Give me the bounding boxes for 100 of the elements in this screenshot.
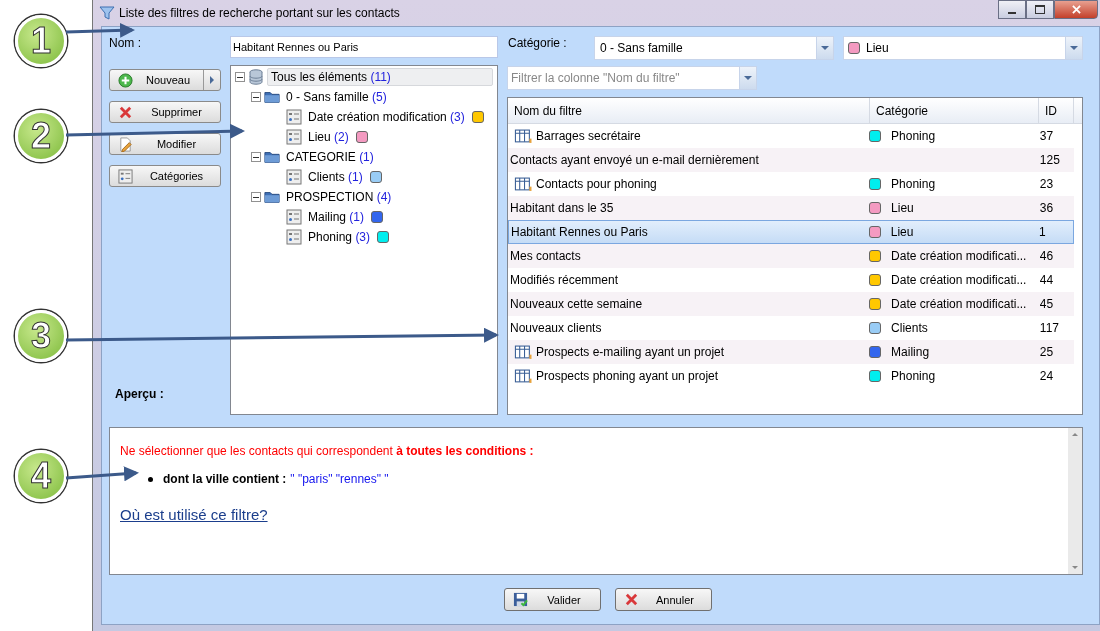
tree-item[interactable]: 0 - Sans famille (5): [283, 89, 390, 105]
scrollbar[interactable]: [1068, 428, 1082, 574]
numbered-callout: 3: [15, 310, 67, 362]
column-header[interactable]: Catégorie: [870, 98, 1039, 123]
table-cell: Date création modificati...: [891, 297, 1027, 311]
action-button[interactable]: Catégories: [109, 165, 221, 187]
filter-form-icon: [286, 169, 302, 185]
close-icon: [1071, 5, 1081, 14]
table-row[interactable]: Habitant dans le 35 Lieu 36: [508, 196, 1074, 220]
tree-item[interactable]: Date création modification (3): [305, 109, 468, 125]
table-row[interactable]: Contacts pour phoning Phoning 23: [508, 172, 1074, 196]
column-filter-combo[interactable]: Filtrer la colonne "Nom du filtre": [507, 66, 757, 90]
table-cell: Phoning: [891, 177, 936, 191]
tree-item[interactable]: Clients (1): [305, 169, 366, 185]
table-cell: Contacts pour phoning: [536, 177, 657, 191]
bullet-icon: [148, 476, 153, 482]
collapse-toggle[interactable]: [235, 72, 245, 82]
database-icon: [248, 69, 264, 85]
table-cell: Mailing: [891, 345, 930, 359]
table-cell: Clients: [891, 321, 928, 335]
filter-form-icon: [286, 109, 302, 125]
category-label: Catégorie :: [508, 36, 568, 50]
column-filter-field[interactable]: Filtrer la colonne "Nom du filtre": [508, 71, 739, 85]
table-row[interactable]: Modifiés récemment Date création modificati... 44: [508, 268, 1074, 292]
tree-item[interactable]: PROSPECTION (4): [283, 189, 395, 205]
table-row[interactable]: Contacts ayant envoyé un e-mail dernièrement 125: [508, 148, 1074, 172]
table-cell: Prospects e-mailing ayant un projet: [536, 345, 725, 359]
filter-form-icon: [286, 229, 302, 245]
table-cell: 45: [1039, 297, 1054, 311]
condition-value: " "paris" "rennes" ": [290, 472, 389, 486]
minimize-button[interactable]: [998, 0, 1026, 19]
pencil-icon: [118, 136, 133, 152]
action-button[interactable]: Nouveau: [109, 69, 221, 91]
table-row[interactable]: Habitant Rennes ou Paris Lieu 1: [508, 220, 1074, 244]
numbered-callout: 4: [15, 450, 67, 502]
table-cell: Date création modificati...: [891, 273, 1027, 287]
table-cell: 44: [1039, 273, 1054, 287]
tree-item[interactable]: Mailing (1): [305, 209, 368, 225]
table-cell: Prospects phoning ayant un projet: [536, 369, 719, 383]
table-cell: 125: [1039, 153, 1060, 167]
table-row[interactable]: Nouveaux clients Clients 117: [508, 316, 1074, 340]
callout-arrow: [65, 22, 135, 38]
tree-item[interactable]: Lieu (2): [305, 129, 352, 145]
collapse-toggle[interactable]: [251, 192, 261, 202]
table-cell: Contacts ayant envoyé un e-mail dernièrement: [510, 153, 759, 167]
plus-icon: [118, 72, 133, 88]
table-cell: Date création modificati...: [891, 249, 1027, 263]
name-field[interactable]: Habitant Rennes ou Paris: [230, 36, 498, 58]
folder-icon: [264, 189, 280, 205]
table-cell: 24: [1039, 369, 1054, 383]
action-button[interactable]: Modifier: [109, 133, 221, 155]
table-cell: Barrages secrétaire: [536, 129, 641, 143]
validate-button[interactable]: Valider: [504, 588, 601, 611]
cancel-button[interactable]: Annuler: [615, 588, 712, 611]
table-cell: 1: [1039, 225, 1046, 239]
folder-icon: [264, 149, 280, 165]
cross-icon: [624, 592, 639, 607]
tree-item[interactable]: CATEGORIE (1): [283, 149, 377, 165]
table-cell: 37: [1039, 129, 1054, 143]
close-button[interactable]: [1054, 0, 1098, 19]
table-cell: Habitant dans le 35: [510, 201, 614, 215]
grid-icon: [514, 344, 534, 360]
cross-icon: [118, 104, 133, 120]
table-row[interactable]: Mes contacts Date création modificati... 46: [508, 244, 1074, 268]
action-button[interactable]: Supprimer: [109, 101, 221, 123]
category-dropdown[interactable]: Lieu: [843, 36, 1083, 60]
collapse-toggle[interactable]: [251, 92, 261, 102]
table-row[interactable]: Prospects phoning ayant un projet Phoning 24: [508, 364, 1074, 388]
column-header[interactable]: Nom du filtre: [508, 98, 870, 123]
funnel-icon: [99, 5, 115, 21]
filter-form-icon: [286, 129, 302, 145]
grid-icon: [514, 176, 534, 192]
table-cell: 46: [1039, 249, 1054, 263]
grid-icon: [514, 368, 534, 384]
numbered-callout: 1: [15, 15, 67, 67]
table-cell: Phoning: [891, 129, 936, 143]
table-row[interactable]: Nouveaux cette semaine Date création modificati... 45: [508, 292, 1074, 316]
collapse-toggle[interactable]: [251, 152, 261, 162]
usage-link[interactable]: Où est utilisé ce filtre?: [120, 506, 268, 523]
numbered-callout: 2: [15, 110, 67, 162]
tree-item[interactable]: Phoning (3): [305, 229, 374, 245]
table-cell: Mes contacts: [510, 249, 581, 263]
family-dropdown[interactable]: 0 - Sans famille: [594, 36, 834, 60]
filter-form-icon: [286, 209, 302, 225]
column-header[interactable]: ID: [1039, 98, 1074, 123]
preview-intro: Ne sélectionner que les contacts qui correspondent à toutes les conditions :: [120, 444, 535, 458]
table-cell: 36: [1039, 201, 1054, 215]
table-cell: Phoning: [891, 369, 936, 383]
table-cell: 117: [1039, 321, 1059, 335]
table-cell: Nouveaux clients: [510, 321, 602, 335]
table-cell: Nouveaux cette semaine: [510, 297, 643, 311]
tree-item[interactable]: Tous les éléments (11): [267, 68, 493, 86]
table-cell: Lieu: [891, 201, 914, 215]
window-title: Liste des filtres de recherche portant sur les contacts: [119, 6, 400, 20]
dropdown-button[interactable]: [739, 67, 756, 89]
table-cell: Habitant Rennes ou Paris: [511, 225, 648, 239]
table-row[interactable]: Prospects e-mailing ayant un projet Mailing 25: [508, 340, 1074, 364]
maximize-button[interactable]: [1026, 0, 1054, 19]
table-row[interactable]: Barrages secrétaire Phoning 37: [508, 124, 1074, 148]
condition-label: dont la ville contient :: [163, 472, 287, 486]
